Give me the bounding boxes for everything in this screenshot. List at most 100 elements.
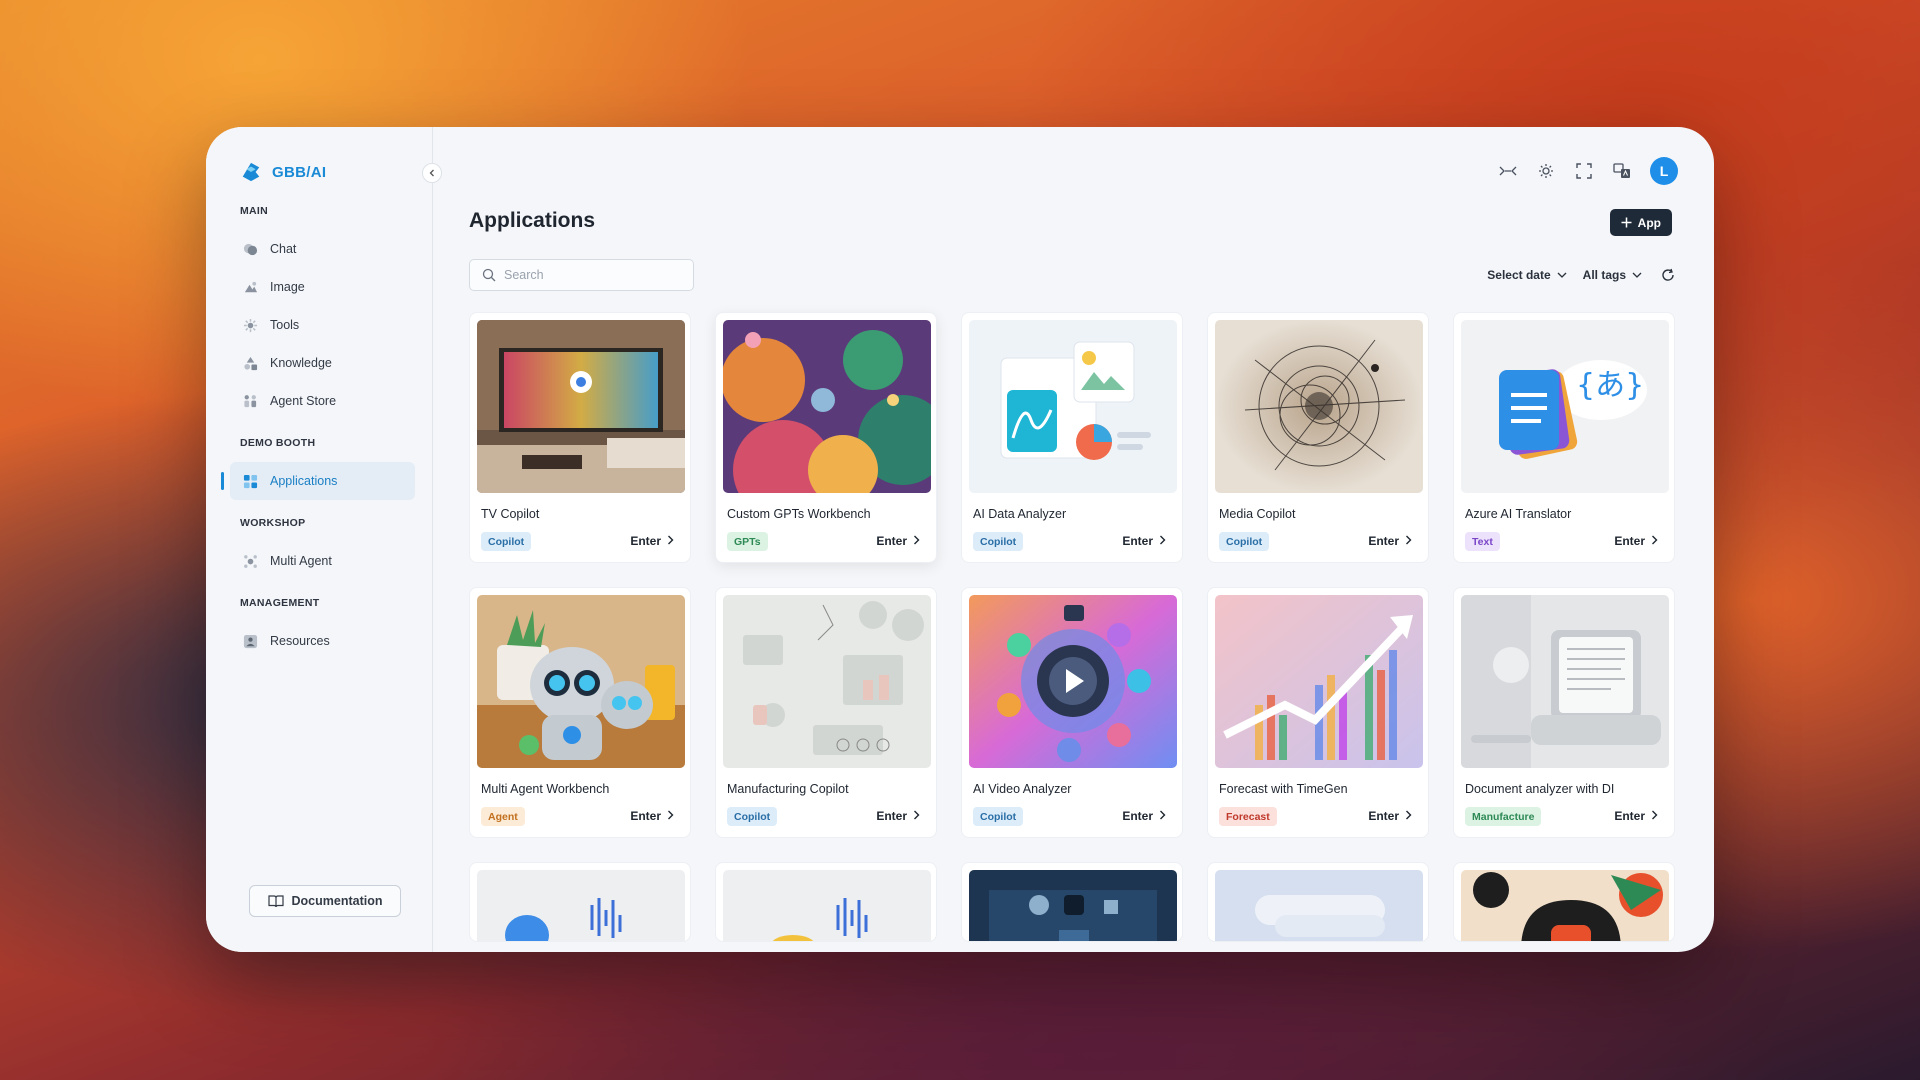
date-filter-label: Select date xyxy=(1487,268,1551,282)
enter-button[interactable]: Enter xyxy=(630,534,674,548)
chevron-right-icon xyxy=(1159,809,1166,823)
sidebar-item-tools[interactable]: Tools xyxy=(230,306,415,344)
sidebar-item-image[interactable]: Image xyxy=(230,268,415,306)
sidebar-item-agent-store[interactable]: Agent Store xyxy=(230,382,415,420)
translate-icon[interactable] xyxy=(1612,161,1632,181)
app-card-title: AI Data Analyzer xyxy=(973,507,1067,521)
search-box[interactable] xyxy=(469,259,694,291)
app-thumbnail xyxy=(1461,595,1669,768)
app-card[interactable]: AI Video Analyzer Copilot Enter xyxy=(961,587,1183,838)
page-title: Applications xyxy=(469,209,596,232)
app-card[interactable]: AI Data Analyzer Copilot Enter xyxy=(961,312,1183,563)
app-card-partial[interactable] xyxy=(961,862,1183,942)
enter-button[interactable]: Enter xyxy=(876,534,920,548)
section-label-management: MANAGEMENT xyxy=(240,597,320,609)
app-thumbnail: {あ} xyxy=(1461,320,1669,493)
knowledge-icon xyxy=(242,355,258,371)
chevron-right-icon xyxy=(1405,534,1412,548)
app-thumbnail xyxy=(723,595,931,768)
app-card-partial[interactable] xyxy=(469,862,691,942)
app-card[interactable]: Forecast with TimeGen Forecast Enter xyxy=(1207,587,1429,838)
app-card[interactable]: Media Copilot Copilot Enter xyxy=(1207,312,1429,563)
sidebar-nav: MAIN Chat Image Tools Knowledge Agent Store DE… xyxy=(221,205,415,660)
section-label-main: MAIN xyxy=(240,205,269,217)
collapse-arrows-icon[interactable] xyxy=(1498,161,1518,181)
app-tag-badge: Copilot xyxy=(973,532,1024,551)
app-card-title: Multi Agent Workbench xyxy=(481,782,610,796)
add-app-button[interactable]: App xyxy=(1609,209,1672,236)
enter-button[interactable]: Enter xyxy=(1614,534,1658,548)
app-tag-badge: Copilot xyxy=(973,807,1024,826)
app-card-partial[interactable] xyxy=(715,862,937,942)
app-tag-badge: Copilot xyxy=(727,807,778,826)
app-card[interactable]: Multi Agent Workbench Agent Enter xyxy=(469,587,691,838)
app-tag-badge: GPTs xyxy=(727,532,768,551)
enter-button[interactable]: Enter xyxy=(1614,809,1658,823)
enter-button[interactable]: Enter xyxy=(1122,809,1166,823)
sidebar-item-knowledge[interactable]: Knowledge xyxy=(230,344,415,382)
app-thumbnail xyxy=(969,320,1177,493)
tools-icon xyxy=(242,317,258,333)
app-card-title: Azure AI Translator xyxy=(1465,507,1572,521)
app-thumbnail xyxy=(1215,595,1423,768)
top-toolbar: L xyxy=(1498,157,1678,185)
tags-filter-dropdown[interactable]: All tags xyxy=(1583,268,1642,282)
enter-button[interactable]: Enter xyxy=(1122,534,1166,548)
app-card-partial[interactable] xyxy=(1207,862,1429,942)
app-card-title: Document analyzer with DI xyxy=(1465,782,1615,796)
app-thumbnail xyxy=(477,595,685,768)
brand-logo[interactable]: GBB/AI xyxy=(240,161,326,183)
enter-button[interactable]: Enter xyxy=(876,809,920,823)
enter-label: Enter xyxy=(1368,534,1399,548)
date-filter-dropdown[interactable]: Select date xyxy=(1487,268,1567,282)
enter-button[interactable]: Enter xyxy=(1368,534,1412,548)
book-icon xyxy=(267,895,284,908)
app-thumbnail xyxy=(1215,870,1423,941)
sidebar-item-label: Image xyxy=(270,280,305,294)
app-tag-badge: Text xyxy=(1465,532,1500,551)
enter-label: Enter xyxy=(1122,534,1153,548)
app-thumbnail xyxy=(477,870,685,941)
collapse-sidebar-button[interactable] xyxy=(422,163,442,183)
user-avatar[interactable]: L xyxy=(1650,157,1678,185)
documentation-button[interactable]: Documentation xyxy=(249,885,401,917)
app-tag-badge: Forecast xyxy=(1219,807,1277,826)
refresh-icon[interactable] xyxy=(1658,265,1678,285)
app-card[interactable]: Custom GPTs Workbench GPTs Enter xyxy=(715,312,937,563)
enter-label: Enter xyxy=(1122,809,1153,823)
main-content: L Applications App Select date All tags … xyxy=(433,127,1714,952)
sidebar-item-multi-agent[interactable]: Multi Agent xyxy=(230,542,415,580)
sidebar-item-resources[interactable]: Resources xyxy=(230,622,415,660)
app-tag-badge: Agent xyxy=(481,807,525,826)
sidebar-item-label: Agent Store xyxy=(270,394,337,408)
app-card[interactable]: Document analyzer with DI Manufacture Ente… xyxy=(1453,587,1675,838)
app-card[interactable]: TV Copilot Copilot Enter xyxy=(469,312,691,563)
chevron-right-icon xyxy=(1651,809,1658,823)
app-card[interactable]: Manufacturing Copilot Copilot Enter xyxy=(715,587,937,838)
add-app-label: App xyxy=(1637,215,1661,230)
enter-button[interactable]: Enter xyxy=(1368,809,1412,823)
section-label-demo-booth: DEMO BOOTH xyxy=(240,437,316,449)
sidebar-item-applications[interactable]: Applications xyxy=(221,462,415,500)
app-card[interactable]: {あ} Azure AI Translator Text Enter xyxy=(1453,312,1675,563)
app-tag-badge: Copilot xyxy=(1219,532,1270,551)
enter-button[interactable]: Enter xyxy=(630,809,674,823)
theme-sun-icon[interactable] xyxy=(1536,161,1556,181)
fullscreen-icon[interactable] xyxy=(1574,161,1594,181)
sidebar-item-chat[interactable]: Chat xyxy=(230,230,415,268)
app-card-title: Media Copilot xyxy=(1219,507,1296,521)
sidebar-item-label: Chat xyxy=(270,242,297,256)
chevron-right-icon xyxy=(1159,534,1166,548)
enter-label: Enter xyxy=(630,809,661,823)
app-tag-badge: Manufacture xyxy=(1465,807,1542,826)
app-thumbnail xyxy=(723,320,931,493)
app-card-partial[interactable] xyxy=(1453,862,1675,942)
app-card-title: Manufacturing Copilot xyxy=(727,782,849,796)
search-input[interactable] xyxy=(504,268,674,282)
search-icon xyxy=(482,268,496,282)
filter-bar: Select date All tags xyxy=(1487,265,1678,285)
enter-label: Enter xyxy=(1614,809,1645,823)
app-tag-badge: Copilot xyxy=(481,532,532,551)
enter-label: Enter xyxy=(630,534,661,548)
brand-name: GBB/AI xyxy=(272,163,327,181)
